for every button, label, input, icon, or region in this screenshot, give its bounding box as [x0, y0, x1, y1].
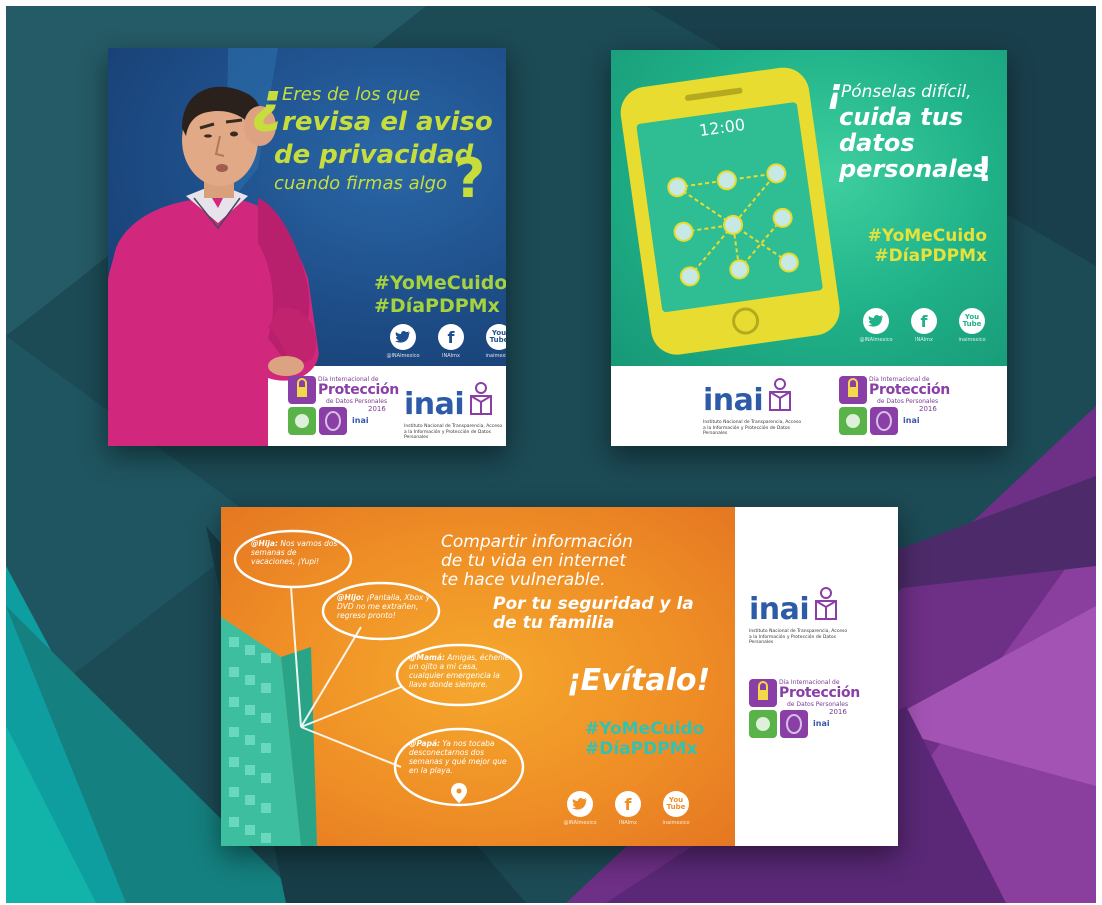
bubble-mama: @Mamá: Amigas, échenle un ojito a mi cas… — [409, 653, 513, 689]
headline-line-1: Pónselas difícil, — [841, 82, 972, 102]
dia-logo-line2: Protección — [318, 382, 399, 398]
youtube-icon: YouTube — [663, 791, 689, 817]
message-line-4: Por tu seguridad y la — [493, 594, 694, 614]
hashtags: #YoMeCuido #DíaPDPMx — [585, 719, 704, 759]
exclamation: ! — [977, 150, 993, 190]
inai-wordmark: inai — [404, 387, 465, 422]
social-links: @INAImexico f INAImx YouTube inaimexico — [857, 308, 991, 343]
hashtag-yomecuido[interactable]: #YoMeCuido — [867, 226, 987, 246]
question-line-2: revisa el aviso — [282, 107, 493, 137]
inai-subtitle: Instituto Nacional de Transparencia, Acc… — [749, 629, 848, 645]
twitter-link[interactable]: @INAImexico — [561, 791, 599, 826]
twitter-link[interactable]: @INAImexico — [857, 308, 895, 343]
dia-logo-line3: de Datos Personales — [326, 398, 388, 405]
hashtag-diapdpmx[interactable]: #DíaPDPMx — [867, 246, 987, 266]
facebook-link[interactable]: f INAImx — [432, 324, 470, 359]
bubble-handle: @Hija: — [251, 539, 278, 548]
inai-person-icon — [769, 378, 791, 411]
bubble-handle: @Mamá: — [409, 653, 445, 662]
hashtag-diapdpmx[interactable]: #DíaPDPMx — [585, 739, 698, 759]
card2-logo-strip — [611, 366, 1007, 446]
facebook-icon: f — [911, 308, 937, 334]
privacy-notice-card: ¿ Eres de los que revisa el aviso de pri… — [108, 48, 506, 446]
hashtags: #YoMeCuido #DíaPDPMx — [374, 272, 506, 318]
question-line-3: de privacidad — [274, 140, 474, 170]
smartphone-illustration — [620, 67, 840, 355]
social-links: @INAImexico f INAImx YouTube inaimexico — [384, 324, 506, 359]
twitter-icon — [567, 791, 593, 817]
inai-logo: inai Instituto Nacional de Transparencia… — [749, 587, 859, 645]
dia-logo-line3: de Datos Personales — [787, 701, 849, 708]
hashtag-diapdpmx[interactable]: #DíaPDPMx — [374, 295, 500, 318]
youtube-icon: YouTube — [486, 324, 506, 350]
hashtag-yomecuido[interactable]: #YoMeCuido — [374, 272, 506, 295]
youtube-handle: inaimexico — [958, 337, 986, 343]
inai-wordmark: inai — [749, 592, 810, 627]
facebook-icon: f — [615, 791, 641, 817]
message-line-5: de tu familia — [493, 613, 615, 633]
dia-logo-inai: inai — [903, 416, 920, 425]
facebook-icon: f — [438, 324, 464, 350]
facebook-handle: INAImx — [915, 337, 933, 343]
youtube-link[interactable]: YouTube inaimexico — [480, 324, 506, 359]
question-mark: ? — [454, 147, 486, 210]
hashtag-yomecuido[interactable]: #YoMeCuido — [585, 719, 704, 739]
facebook-link[interactable]: f INAImx — [905, 308, 943, 343]
youtube-handle: inaimexico — [662, 820, 690, 826]
dia-logo-year: 2016 — [829, 708, 847, 716]
inverted-question-mark: ¿ — [252, 71, 284, 134]
facebook-handle: INAImx — [619, 820, 637, 826]
social-links: @INAImexico f INAImx YouTube inaimexico — [561, 791, 695, 826]
question-line-4: cuando firmas algo — [274, 173, 448, 194]
bubble-handle: @Papá: — [409, 739, 441, 748]
twitter-icon — [863, 308, 889, 334]
dia-proteccion-logo: Día Internacional de Protección de Datos… — [749, 679, 860, 743]
headline-line-3: datos — [839, 129, 915, 157]
bubble-handle: @Hijo: — [337, 593, 365, 602]
message-line-3: te hace vulnerable. — [441, 570, 606, 590]
inai-wordmark: inai — [703, 383, 764, 418]
headline-line-2: cuida tus — [839, 103, 964, 131]
dia-logo-inai: inai — [352, 416, 369, 425]
bubble-hijo: @Hijo: ¡Pantalla, Xbox y DVD no me extra… — [337, 593, 433, 620]
inai-person-icon — [815, 587, 837, 620]
dia-proteccion-logo: Día Internacional de Protección de Datos… — [288, 376, 399, 440]
twitter-icon — [390, 324, 416, 350]
dia-logo-line3: de Datos Personales — [877, 398, 939, 405]
twitter-link[interactable]: @INAImexico — [384, 324, 422, 359]
hashtags: #YoMeCuido #DíaPDPMx — [867, 226, 987, 266]
dia-proteccion-logo: Día Internacional de Protección de Datos… — [839, 376, 950, 440]
youtube-link[interactable]: YouTube inaimexico — [953, 308, 991, 343]
facebook-handle: INAImx — [442, 353, 460, 359]
dia-logo-inai: inai — [813, 719, 830, 728]
dia-logo-year: 2016 — [919, 405, 937, 413]
twitter-handle: @INAImexico — [859, 337, 893, 343]
headline-line-4: personales — [839, 155, 988, 183]
message-line-2: de tu vida en internet — [441, 551, 627, 571]
inai-logo: inai Instituto Nacional de Transparencia… — [703, 378, 803, 436]
evitalo-headline: ¡Evítalo! — [567, 663, 711, 698]
dia-logo-year: 2016 — [368, 405, 386, 413]
twitter-handle: @INAImexico — [563, 820, 597, 826]
question-line-1: Eres de los que — [282, 84, 421, 105]
youtube-link[interactable]: YouTube inaimexico — [657, 791, 695, 826]
phone-security-card: 12:00 ¡ Pónselas difícil, cuida tus dato… — [611, 50, 1007, 446]
youtube-icon: YouTube — [959, 308, 985, 334]
youtube-handle: inaimexico — [485, 353, 506, 359]
inai-subtitle: Instituto Nacional de Transparencia, Acc… — [404, 424, 503, 440]
twitter-handle: @INAImexico — [386, 353, 420, 359]
inai-person-icon — [470, 382, 492, 415]
vacation-sharing-card: @Hija: Nos vamos dos semanas de vacacion… — [221, 507, 898, 846]
card3-logo-panel — [735, 507, 898, 846]
dia-logo-line2: Protección — [779, 685, 860, 701]
inai-subtitle: Instituto Nacional de Transparencia, Acc… — [703, 420, 802, 436]
bubble-papa: @Papá: Ya nos tocaba desconectarnos dos … — [409, 739, 513, 775]
dia-logo-line2: Protección — [869, 382, 950, 398]
inai-logo: inai Instituto Nacional de Transparencia… — [404, 382, 504, 440]
facebook-link[interactable]: f INAImx — [609, 791, 647, 826]
bubble-hija: @Hija: Nos vamos dos semanas de vacacion… — [251, 539, 341, 566]
message-line-1: Compartir información — [441, 532, 633, 552]
